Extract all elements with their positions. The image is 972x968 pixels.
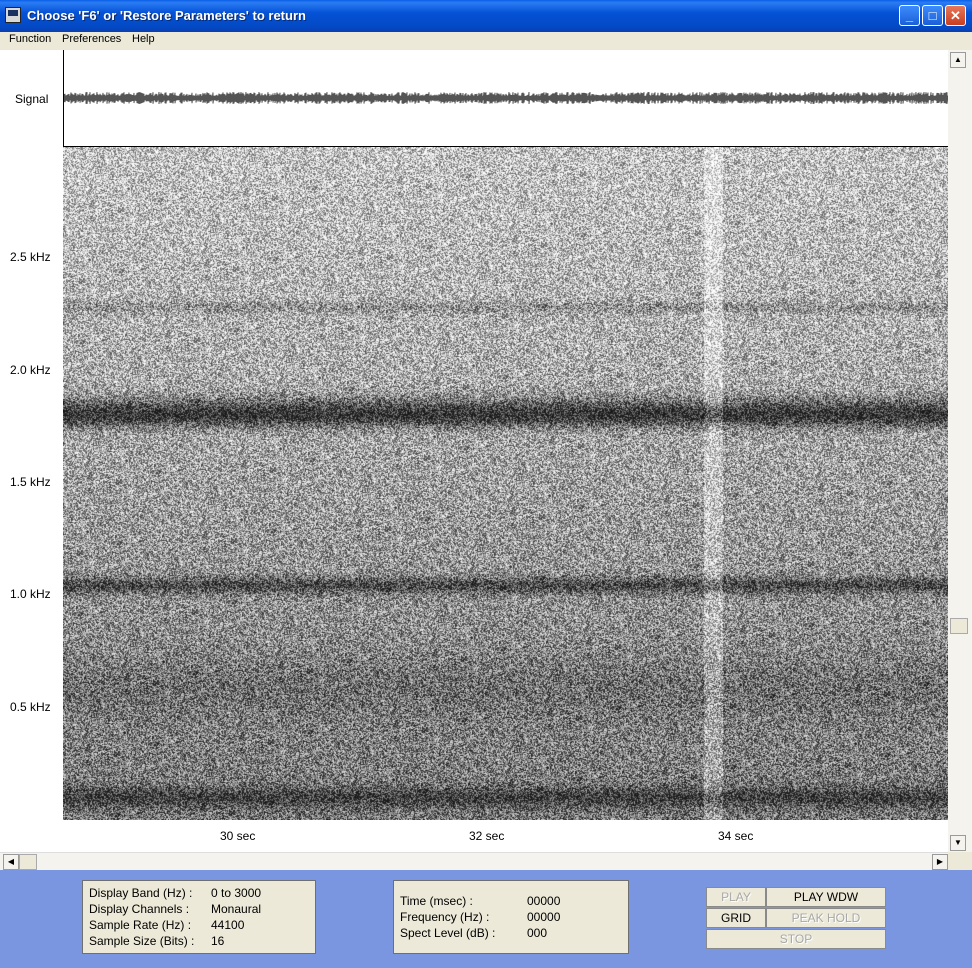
minimize-button[interactable]: _: [899, 5, 920, 26]
maximize-button[interactable]: □: [922, 5, 943, 26]
sample-size-value: 16: [211, 934, 225, 948]
menu-preferences[interactable]: Preferences: [62, 33, 121, 45]
title-bar[interactable]: Choose 'F6' or 'Restore Parameters' to r…: [0, 0, 972, 32]
readout-panel: Time (msec) : 00000 Frequency (Hz) : 000…: [393, 880, 629, 954]
info-panel: Display Band (Hz) : 0 to 3000 Display Ch…: [82, 880, 316, 954]
spect-level-label: Spect Level (dB) :: [400, 926, 496, 940]
x-label-34: 34 sec: [718, 829, 754, 843]
horizontal-scrollbar[interactable]: ◀ ▶: [0, 852, 948, 871]
scroll-right-icon[interactable]: ▶: [932, 854, 948, 870]
signal-waveform: [63, 91, 949, 105]
app-icon[interactable]: [5, 7, 21, 23]
signal-label: Signal: [15, 92, 49, 106]
scrollbar-corner: [948, 852, 972, 870]
spectrogram-canvas[interactable]: [63, 147, 948, 820]
sample-rate-value: 44100: [211, 918, 245, 932]
x-label-32: 32 sec: [469, 829, 505, 843]
signal-waveform-panel[interactable]: [63, 50, 949, 147]
y-label-2000: 2.0 kHz: [10, 363, 51, 377]
time-label: Time (msec) :: [400, 894, 473, 908]
stop-button[interactable]: STOP: [706, 929, 886, 949]
close-button[interactable]: ✕: [945, 5, 966, 26]
scroll-left-icon[interactable]: ◀: [3, 854, 19, 870]
display-band-value: 0 to 3000: [211, 886, 262, 900]
display-channels-label: Display Channels :: [89, 902, 190, 916]
horizontal-scroll-thumb[interactable]: [19, 854, 37, 870]
x-label-30: 30 sec: [220, 829, 256, 843]
menu-function[interactable]: Function: [9, 33, 51, 45]
frequency-value: 00000: [527, 910, 561, 924]
y-label-1500: 1.5 kHz: [10, 475, 51, 489]
frequency-label: Frequency (Hz) :: [400, 910, 490, 924]
time-value: 00000: [527, 894, 561, 908]
sample-size-label: Sample Size (Bits) :: [89, 934, 195, 948]
menu-help[interactable]: Help: [132, 33, 155, 45]
y-label-500: 0.5 kHz: [10, 700, 51, 714]
play-window-button[interactable]: PLAY WDW: [766, 887, 886, 907]
spectrogram[interactable]: [63, 147, 948, 820]
grid-button[interactable]: GRID: [706, 908, 766, 928]
display-band-label: Display Band (Hz) :: [89, 886, 193, 900]
y-label-2500: 2.5 kHz: [10, 250, 51, 264]
scroll-down-icon[interactable]: ▼: [950, 835, 966, 851]
spect-level-value: 000: [527, 926, 548, 940]
menu-bar: Function Preferences Help: [0, 32, 972, 50]
y-label-1000: 1.0 kHz: [10, 587, 51, 601]
play-button[interactable]: PLAY: [706, 887, 766, 907]
window-title: Choose 'F6' or 'Restore Parameters' to r…: [27, 8, 306, 23]
peak-hold-button[interactable]: PEAK HOLD: [766, 908, 886, 928]
vertical-scroll-thumb[interactable]: [950, 618, 968, 634]
scroll-up-icon[interactable]: ▲: [950, 52, 966, 68]
sample-rate-label: Sample Rate (Hz) :: [89, 918, 192, 932]
vertical-scrollbar[interactable]: ▲ ▼: [948, 50, 972, 852]
display-channels-value: Monaural: [211, 902, 262, 916]
